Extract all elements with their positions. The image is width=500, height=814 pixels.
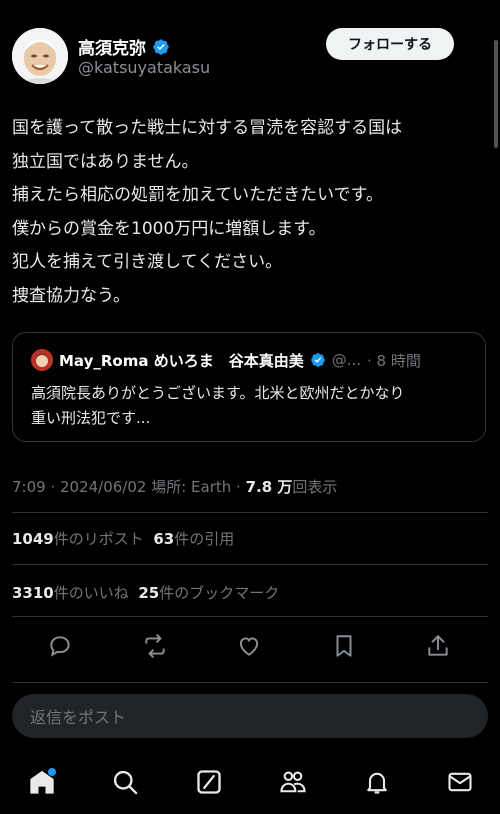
view-count: 7.8 万 <box>245 478 293 496</box>
like-button[interactable] <box>231 628 267 664</box>
verified-badge-icon <box>310 353 325 367</box>
grok-icon <box>197 770 221 794</box>
share-icon <box>428 635 448 656</box>
tweet-header: 高須克弥 @katsuyatakasu フォローする <box>12 28 454 84</box>
verified-badge-icon <box>153 38 169 55</box>
divider <box>12 616 488 617</box>
quoted-tweet[interactable]: May_Roma めいろま 谷本真由美 @... · 8 時間 高須院長ありがと… <box>12 332 486 442</box>
reply-icon <box>50 636 70 657</box>
location: 場所: Earth · <box>151 478 246 496</box>
nav-communities[interactable] <box>275 764 311 800</box>
quoted-avatar[interactable] <box>31 349 53 371</box>
bell-icon <box>367 772 387 794</box>
nav-grok[interactable] <box>191 764 227 800</box>
bookmark-button[interactable] <box>326 628 362 664</box>
repost-button[interactable] <box>137 628 173 664</box>
quote-label[interactable]: 件の引用 <box>174 530 234 548</box>
quoted-timestamp: · 8 時間 <box>367 351 421 370</box>
scrollbar[interactable] <box>494 40 498 148</box>
tweet-line: 国を護って散った戦士に対する冒涜を容認する国は <box>12 118 403 138</box>
tweet-text: 国を護って散った戦士に対する冒涜を容認する国は 独立国ではありません。 捕えたら… <box>12 112 480 313</box>
timestamp[interactable]: 7:09 · 2024/06/02 <box>12 478 151 496</box>
repost-count[interactable]: 1049 <box>12 530 54 548</box>
bookmark-icon <box>336 635 352 657</box>
notification-dot <box>48 768 56 776</box>
divider <box>12 564 488 565</box>
reply-placeholder: 返信をポスト <box>30 708 127 727</box>
reply-button[interactable] <box>42 628 78 664</box>
author-name[interactable]: 高須克弥 <box>78 34 146 59</box>
repost-icon <box>145 634 165 658</box>
quoted-text: 高須院長ありがとうございます。北米と欧州だとかなり 重い刑法犯です... <box>31 381 471 431</box>
search-icon <box>113 770 138 795</box>
view-suffix: 回表示 <box>292 478 338 496</box>
tweet-line: 独立国ではありません。 <box>12 151 199 172</box>
tweet-line: 捕えたら相応の処罰を加えていただきたいです。 <box>12 185 383 205</box>
quoted-author-name[interactable]: May_Roma めいろま 谷本真由美 <box>59 350 304 371</box>
bookmark-label[interactable]: 件のブックマーク <box>159 584 279 602</box>
author-handle[interactable]: @katsuyatakasu <box>78 58 210 77</box>
reply-input[interactable]: 返信をポスト <box>12 694 488 738</box>
action-bar <box>0 628 500 664</box>
divider <box>12 682 488 683</box>
avatar-image <box>12 28 68 84</box>
like-label[interactable]: 件のいいね <box>54 584 129 602</box>
quoted-text-line: 高須院長ありがとうございます。北米と欧州だとかなり <box>31 384 405 402</box>
quoted-author-handle: @... <box>331 351 362 369</box>
like-count[interactable]: 3310 <box>12 584 54 602</box>
share-button[interactable] <box>420 628 456 664</box>
nav-home[interactable] <box>24 764 60 800</box>
nav-search[interactable] <box>107 764 143 800</box>
mail-icon <box>448 772 472 792</box>
quoted-avatar-image <box>31 349 53 371</box>
quote-count[interactable]: 63 <box>153 530 174 548</box>
tweet-line: 捜査協力なう。 <box>12 285 130 306</box>
like-stats: 3310件のいいね 25件のブックマーク <box>12 582 279 603</box>
repost-label[interactable]: 件のリポスト <box>54 530 144 548</box>
bookmark-count[interactable]: 25 <box>138 584 159 602</box>
divider <box>12 512 488 513</box>
communities-icon <box>280 771 306 793</box>
quoted-text-line: 重い刑法犯です... <box>31 409 151 427</box>
avatar[interactable] <box>12 28 68 84</box>
tweet-meta: 7:09 · 2024/06/02 場所: Earth · 7.8 万回表示 <box>12 476 337 497</box>
tweet-line: 犯人を捕えて引き渡してください。 <box>12 252 283 272</box>
tweet-line: 僕からの賞金を1000万円に増額します。 <box>12 218 326 239</box>
repost-stats: 1049件のリポスト 63件の引用 <box>12 528 234 549</box>
nav-notifications[interactable] <box>359 764 395 800</box>
nav-messages[interactable] <box>442 764 478 800</box>
follow-button[interactable]: フォローする <box>326 28 454 60</box>
bottom-nav <box>0 754 500 814</box>
heart-icon <box>239 637 259 656</box>
